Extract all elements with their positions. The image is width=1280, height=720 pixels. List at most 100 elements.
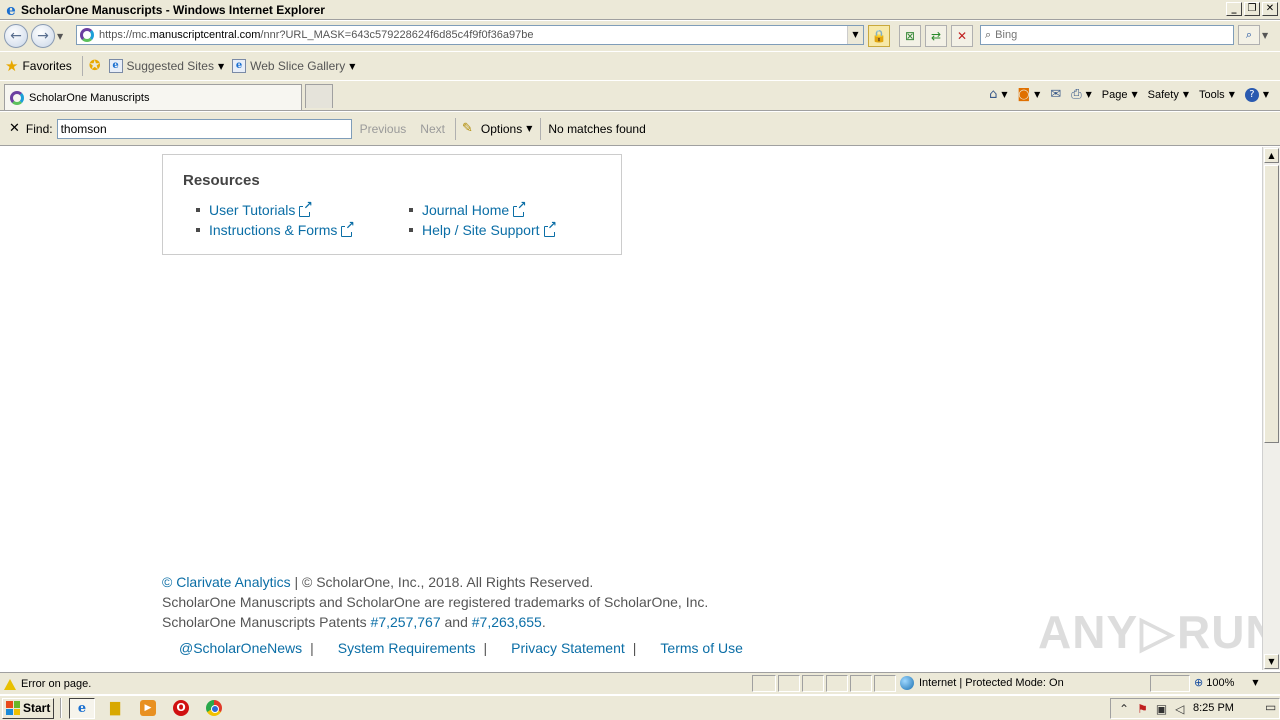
status-cell [850, 675, 872, 692]
taskbar-opera-icon[interactable]: O [168, 698, 194, 719]
action-center-icon[interactable]: ⚑ [1137, 702, 1148, 716]
network-icon[interactable]: ▣ [1156, 702, 1167, 716]
back-arrow-icon: ← [10, 28, 22, 44]
favorites-label: Favorites [22, 59, 72, 73]
journal-home-link[interactable]: Journal Home [409, 200, 527, 218]
page-menu[interactable]: Page ▼ [1099, 87, 1141, 103]
favorites-divider [81, 56, 83, 76]
scholarone-news-link[interactable]: @ScholarOneNews [179, 640, 302, 656]
zoom-control[interactable]: ⊕ 100% ▼ [1194, 676, 1259, 689]
feeds-button[interactable]: ◙ ▼ [1015, 85, 1044, 104]
new-tab-button[interactable] [305, 84, 333, 108]
print-button[interactable]: ⎙ ▼ [1068, 85, 1095, 104]
search-go-button[interactable]: ⌕ [1238, 25, 1260, 45]
patent-link-2[interactable]: #7,263,655 [472, 614, 542, 630]
zoom-icon: ⊕ [1194, 676, 1204, 689]
taskbar-ie-icon[interactable]: e [69, 697, 95, 719]
highlight-all-icon[interactable]: ✎ [462, 121, 473, 136]
help-site-support-link[interactable]: Help / Site Support [409, 220, 557, 238]
find-next-button[interactable]: Next [420, 122, 445, 136]
status-cell [826, 675, 848, 692]
search-icon: ⌕ [1245, 28, 1253, 41]
url-text[interactable]: https://mc.manuscriptcentral.com/nnr?URL… [99, 29, 533, 41]
privacy-statement-link[interactable]: Privacy Statement [511, 640, 625, 656]
favorites-star-icon: ★ [5, 57, 19, 75]
mail-icon: ✉ [1050, 87, 1062, 102]
taskbar-clock[interactable]: 8:25 PM [1193, 702, 1234, 714]
instructions-forms-link[interactable]: Instructions & Forms [196, 220, 355, 238]
home-button[interactable]: ⌂ ▼ [986, 85, 1010, 104]
user-tutorials-link[interactable]: User Tutorials [196, 200, 313, 218]
suggested-sites-link[interactable]: e Suggested Sites ▼ [108, 59, 224, 73]
bullet [196, 208, 200, 212]
forward-button[interactable]: → [31, 24, 55, 48]
bullet [196, 228, 200, 232]
find-input[interactable] [56, 118, 352, 139]
volume-icon[interactable]: ◁ [1175, 702, 1184, 716]
url-dropdown-button[interactable]: ▼ [847, 26, 863, 44]
scroll-thumb[interactable] [1264, 165, 1279, 443]
close-find-bar-icon[interactable]: ✕ [9, 121, 20, 136]
minimize-button[interactable]: _ [1226, 2, 1242, 16]
taskbar-chrome-icon[interactable] [201, 698, 227, 719]
show-desktop-icon[interactable]: ▭ [1265, 700, 1276, 714]
ie-page-icon: e [108, 59, 123, 73]
safety-menu[interactable]: Safety ▼ [1145, 87, 1192, 103]
system-requirements-link[interactable]: System Requirements [338, 640, 476, 656]
search-box[interactable]: ⌕ [980, 25, 1234, 45]
window-title: ScholarOne Manuscripts - Windows Interne… [21, 2, 325, 17]
warning-icon[interactable] [4, 677, 16, 691]
home-icon: ⌂ [989, 87, 998, 102]
security-zone[interactable]: Internet | Protected Mode: On [900, 676, 1064, 690]
scroll-up-button[interactable]: ▲ [1264, 148, 1279, 163]
command-bar: ⌂ ▼ ◙ ▼ ✉ ⎙ ▼ Page ▼ Safety ▼ Tools ▼ ? ▼ [986, 85, 1272, 104]
footer-trademark-line: ScholarOne Manuscripts and ScholarOne ar… [162, 594, 709, 610]
read-mail-button[interactable]: ✉ [1047, 85, 1064, 104]
find-options-button[interactable]: Options ▼ [481, 122, 533, 136]
search-input[interactable] [995, 29, 1196, 41]
bullet [409, 228, 413, 232]
close-window-button[interactable]: ✕ [1262, 2, 1278, 16]
find-label: Find: [25, 121, 53, 136]
status-cell [802, 675, 824, 692]
security-lock-button[interactable]: 🔒 [868, 25, 890, 47]
clarivate-link[interactable]: © Clarivate Analytics [162, 574, 291, 590]
taskbar-media-player-icon[interactable]: ▶ [135, 698, 161, 719]
add-to-favorites-icon[interactable]: ✪ [89, 58, 101, 74]
external-link-icon [299, 200, 313, 217]
footer-text: © Clarivate Analytics | © ScholarOne, In… [162, 572, 708, 632]
tab-scholarone[interactable]: ScholarOne Manuscripts [4, 84, 302, 110]
rss-icon: ◙ [1017, 87, 1031, 102]
tools-menu[interactable]: Tools ▼ [1196, 87, 1238, 103]
refresh-button[interactable]: ⇄ [925, 25, 947, 47]
favorites-bar: ★ Favorites ✪ e Suggested Sites ▼ e Web … [0, 52, 1280, 80]
recent-pages-dropdown[interactable]: ▼ [57, 32, 63, 41]
windows-logo-icon [6, 701, 20, 715]
status-message[interactable]: Error on page. [21, 678, 91, 690]
restore-button[interactable]: ❐ [1244, 2, 1260, 16]
back-button[interactable]: ← [4, 24, 28, 48]
vertical-scrollbar[interactable]: ▲ ▼ [1262, 147, 1280, 670]
find-previous-button[interactable]: Previous [360, 122, 407, 136]
favorites-button[interactable]: ★ Favorites [5, 57, 72, 75]
terms-of-use-link[interactable]: Terms of Use [660, 640, 742, 656]
address-bar: ← → ▼ https://mc.manuscriptcentral.com/n… [0, 21, 1280, 51]
start-button[interactable]: Start [2, 697, 54, 719]
url-field[interactable]: https://mc.manuscriptcentral.com/nnr?URL… [76, 25, 864, 45]
scroll-down-button[interactable]: ▼ [1264, 654, 1279, 669]
protected-mode-cell[interactable] [1150, 675, 1190, 692]
footer-patents-line: ScholarOne Manuscripts Patents #7,257,76… [162, 614, 546, 630]
help-menu[interactable]: ? ▼ [1242, 86, 1272, 104]
stop-button[interactable]: ✕ [951, 25, 973, 47]
search-options-dropdown[interactable]: ▼ [1262, 31, 1268, 40]
printer-icon: ⎙ [1071, 87, 1082, 102]
web-slice-gallery-link[interactable]: e Web Slice Gallery ▼ [232, 59, 355, 73]
taskbar-explorer-icon[interactable]: ▇ [102, 698, 128, 719]
find-divider [540, 117, 542, 140]
compatibility-view-button[interactable]: ⊠ [899, 25, 921, 47]
compat-icon: ⊠ [904, 29, 916, 43]
resources-title: Resources [183, 172, 260, 189]
show-hidden-icons[interactable]: ⌃ [1119, 702, 1129, 716]
globe-icon [900, 676, 914, 690]
patent-link-1[interactable]: #7,257,767 [371, 614, 441, 630]
